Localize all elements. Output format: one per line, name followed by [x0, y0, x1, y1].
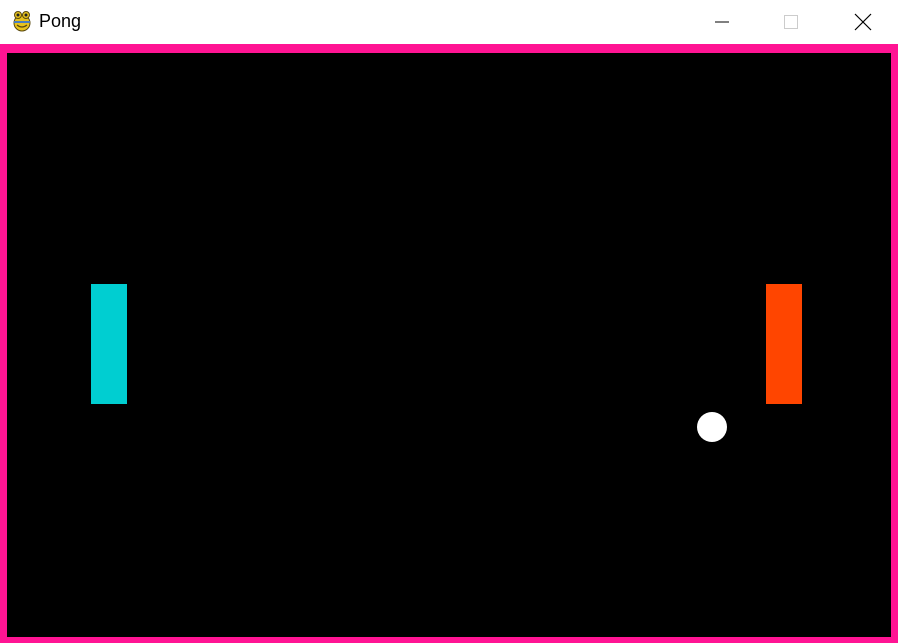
pong-window: Pong — [0, 0, 898, 643]
title-bar[interactable]: Pong — [0, 0, 898, 44]
minimize-icon — [715, 21, 729, 23]
window-title: Pong — [39, 11, 82, 31]
left-paddle — [91, 284, 127, 404]
maximize-button[interactable] — [768, 0, 814, 44]
close-button[interactable] — [840, 0, 886, 44]
ball — [697, 412, 727, 442]
close-icon — [854, 13, 872, 31]
game-canvas[interactable] — [7, 53, 891, 637]
minimize-button[interactable] — [699, 0, 745, 44]
right-paddle — [766, 284, 802, 404]
pygame-snake-icon — [13, 11, 31, 32]
maximize-icon — [784, 15, 798, 29]
